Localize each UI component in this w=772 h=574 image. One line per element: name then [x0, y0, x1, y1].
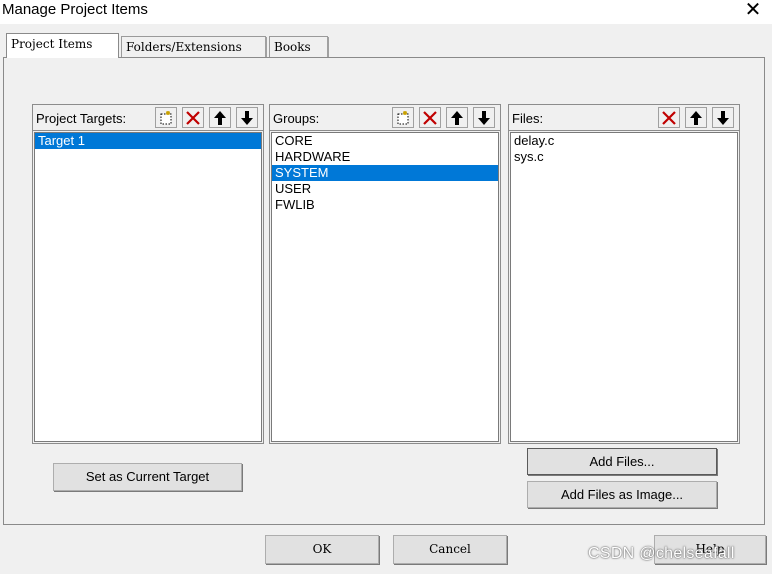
files-list[interactable]: delay.c sys.c — [510, 132, 738, 442]
tab-project-items[interactable]: Project Items — [6, 33, 119, 58]
files-label: Files: — [512, 111, 544, 126]
tab-label: Books — [274, 40, 311, 54]
list-item[interactable]: SYSTEM — [272, 165, 498, 181]
list-item[interactable]: USER — [272, 181, 498, 197]
project-targets-label: Project Targets: — [36, 111, 127, 126]
move-down-icon — [717, 110, 729, 125]
groups-label: Groups: — [273, 111, 320, 126]
list-item[interactable]: FWLIB — [272, 197, 498, 213]
move-target-down-button[interactable] — [236, 107, 258, 128]
move-up-icon — [214, 110, 226, 125]
move-group-up-button[interactable] — [446, 107, 468, 128]
set-current-target-button[interactable]: Set as Current Target — [53, 463, 242, 491]
list-item[interactable]: HARDWARE — [272, 149, 498, 165]
window-title: Manage Project Items — [2, 1, 148, 18]
move-down-icon — [478, 110, 490, 125]
move-down-icon — [241, 110, 253, 125]
groups-panel: Groups: CORE HARDWARE SYSTEM USER FWLIB — [269, 104, 501, 444]
move-up-icon — [690, 110, 702, 125]
tab-label: Project Items — [11, 37, 93, 51]
list-item[interactable]: sys.c — [511, 149, 737, 165]
delete-icon — [423, 110, 437, 125]
project-targets-list[interactable]: Target 1 — [34, 132, 262, 442]
new-item-icon — [397, 110, 409, 124]
delete-group-button[interactable] — [419, 107, 441, 128]
move-target-up-button[interactable] — [209, 107, 231, 128]
tab-label: Folders/Extensions — [126, 40, 242, 54]
ok-button[interactable]: OK — [265, 535, 379, 564]
close-icon[interactable]: ✕ — [742, 0, 764, 21]
delete-icon — [662, 110, 676, 125]
files-panel: Files: delay.c sys.c — [508, 104, 740, 444]
project-targets-header: Project Targets: — [33, 105, 263, 131]
delete-target-button[interactable] — [182, 107, 204, 128]
new-group-button[interactable] — [392, 107, 414, 128]
new-target-button[interactable] — [155, 107, 177, 128]
groups-header: Groups: — [270, 105, 500, 131]
groups-list[interactable]: CORE HARDWARE SYSTEM USER FWLIB — [271, 132, 499, 442]
new-item-icon — [160, 110, 172, 124]
list-item[interactable]: CORE — [272, 133, 498, 149]
files-header: Files: — [509, 105, 739, 131]
list-item[interactable]: delay.c — [511, 133, 737, 149]
cancel-button[interactable]: Cancel — [393, 535, 507, 564]
list-item[interactable]: Target 1 — [35, 133, 261, 149]
move-file-up-button[interactable] — [685, 107, 707, 128]
add-files-as-image-button[interactable]: Add Files as Image... — [527, 481, 717, 508]
watermark: CSDN @chelseafall — [588, 545, 735, 562]
delete-icon — [186, 110, 200, 125]
tab-books[interactable]: Books — [269, 36, 329, 58]
title-bar: Manage Project Items ✕ — [0, 0, 772, 24]
move-group-down-button[interactable] — [473, 107, 495, 128]
project-targets-panel: Project Targets: Target 1 — [32, 104, 264, 444]
add-files-button[interactable]: Add Files... — [527, 448, 717, 475]
tab-folders-extensions[interactable]: Folders/Extensions — [121, 36, 267, 58]
delete-file-button[interactable] — [658, 107, 680, 128]
move-file-down-button[interactable] — [712, 107, 734, 128]
move-up-icon — [451, 110, 463, 125]
